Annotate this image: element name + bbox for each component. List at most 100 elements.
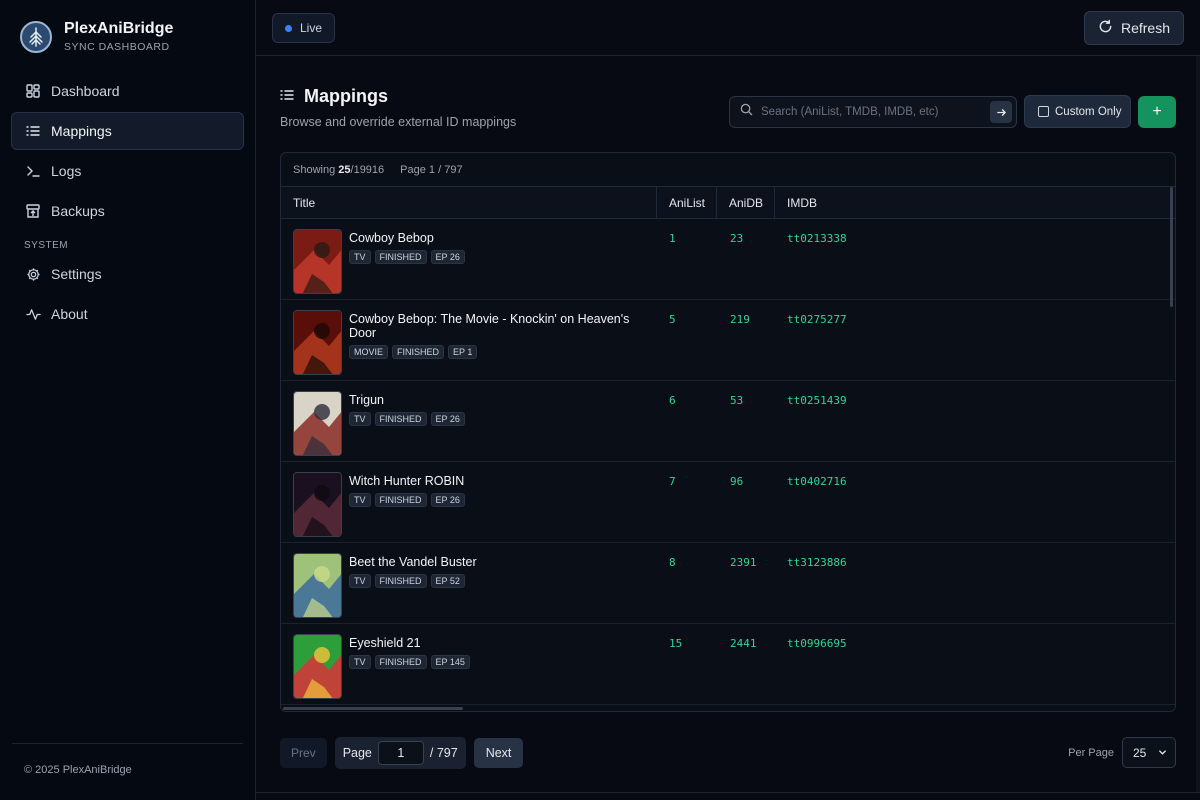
topbar: Live Refresh [256,0,1200,56]
sidebar-item-about[interactable]: About [11,295,244,333]
chevron-down-icon [1159,750,1166,755]
sidebar-nav: Dashboard Mappings Logs Backups SYSTEM S… [11,72,244,335]
imdb-id[interactable]: tt0402716 [787,475,847,488]
mapping-title[interactable]: Trigun [349,393,465,407]
imdb-cell: tt0251439 [775,381,1175,461]
gear-icon [25,266,41,282]
anilist-cell: 1 [657,219,717,299]
title-cell: Beet the Vandel Buster TV FINISHED EP 52 [281,543,657,623]
anidb-id[interactable]: 53 [730,394,743,407]
per-page-select[interactable]: 25 [1122,737,1176,768]
showing-count: Showing 25/19916 [293,163,385,176]
page-label: Page [342,746,372,760]
refresh-button[interactable]: Refresh [1083,11,1184,45]
anidb-id[interactable]: 219 [730,313,750,326]
anilist-id[interactable]: 7 [669,475,676,488]
sidebar-item-backups[interactable]: Backups [11,192,244,230]
tag-badge: EP 1 [448,345,478,359]
checkbox-icon [1038,106,1049,117]
tag-badge: MOVIE [349,345,389,359]
sidebar-item-label: Settings [51,266,102,282]
add-mapping-button[interactable]: + [1138,96,1176,128]
column-header-anidb[interactable]: AniDB [717,187,775,218]
sidebar-item-dashboard[interactable]: Dashboard [11,72,244,110]
mapping-title[interactable]: Cowboy Bebop [349,231,465,245]
tag-badge: FINISHED [374,412,427,426]
anidb-id[interactable]: 96 [730,475,743,488]
mappings-table: Showing 25/19916 Page 1 / 797 Title AniL… [280,152,1176,712]
column-header-imdb[interactable]: IMDB [775,187,1175,218]
tag-badge: EP 26 [430,250,465,264]
anidb-cell: 219 [717,300,775,380]
anilist-id[interactable]: 1 [669,232,676,245]
table-row[interactable]: Trigun TV FINISHED EP 26 6 53 tt0251439 [281,381,1175,462]
sidebar-item-settings[interactable]: Settings [11,255,244,293]
table-row[interactable]: Eyeshield 21 TV FINISHED EP 145 15 2441 tt… [281,624,1175,705]
table-scrollbar-vertical[interactable] [1170,187,1173,307]
sidebar-item-mappings[interactable]: Mappings [11,112,244,150]
column-header-anilist[interactable]: AniList [657,187,717,218]
brand[interactable]: PlexAniBridge SYNC DASHBOARD [20,20,173,53]
anilist-id[interactable]: 8 [669,556,676,569]
mapping-title[interactable]: Beet the Vandel Buster [349,555,477,569]
live-status-badge[interactable]: Live [272,13,336,43]
main-content: Mappings Browse and override external ID… [256,56,1200,800]
anidb-id[interactable]: 23 [730,232,743,245]
tag-badge: EP 52 [430,574,465,588]
table-row[interactable]: Cowboy Bebop: The Movie - Knockin' on He… [281,300,1175,381]
tag-badge: FINISHED [374,250,427,264]
search-input[interactable] [761,106,982,118]
tag-badge: FINISHED [374,655,427,669]
search-submit-button[interactable] [990,101,1012,123]
search-box [729,96,1017,128]
page-scrollbar[interactable] [1196,56,1200,792]
custom-only-label: Custom Only [1055,105,1122,118]
anilist-id[interactable]: 5 [669,313,676,326]
brand-title: PlexAniBridge [64,20,174,37]
next-page-button[interactable]: Next [473,738,524,768]
sidebar-item-logs[interactable]: Logs [11,152,244,190]
page-number-input[interactable] [377,741,424,765]
tag-badge: TV [349,493,371,507]
tag-badge: FINISHED [374,493,427,507]
page-jump: Page / 797 [334,737,466,769]
nav-section-system: SYSTEM [24,240,69,251]
tag-badge: EP 26 [430,412,465,426]
sidebar-item-label: Backups [51,203,105,219]
anilist-id[interactable]: 15 [669,637,682,650]
anidb-id[interactable]: 2441 [730,637,757,650]
tag-badge: TV [349,250,371,264]
mapping-title[interactable]: Cowboy Bebop: The Movie - Knockin' on He… [349,312,657,340]
imdb-id[interactable]: tt3123886 [787,556,847,569]
refresh-icon [1098,19,1113,37]
list-icon [280,86,294,107]
activity-icon [25,306,41,322]
custom-only-toggle[interactable]: Custom Only [1024,95,1131,128]
tag-badge: EP 145 [430,655,470,669]
table-row[interactable]: Cowboy Bebop TV FINISHED EP 26 1 23 tt0213… [281,219,1175,300]
table-scrollbar-horizontal[interactable] [283,707,463,710]
poster-image [293,391,342,456]
poster-image [293,310,342,375]
archive-icon [25,203,41,219]
tag-list: TV FINISHED EP 26 [349,250,465,264]
table-summary: Showing 25/19916 Page 1 / 797 [281,153,1175,187]
imdb-id[interactable]: tt0213338 [787,232,847,245]
anilist-id[interactable]: 6 [669,394,676,407]
grid-icon [25,83,41,99]
sidebar-item-label: Dashboard [51,83,120,99]
imdb-id[interactable]: tt0996695 [787,637,847,650]
mapping-title[interactable]: Eyeshield 21 [349,636,470,650]
imdb-id[interactable]: tt0251439 [787,394,847,407]
terminal-icon [25,163,41,179]
table-body: Cowboy Bebop TV FINISHED EP 26 1 23 tt0213… [281,219,1175,705]
main-footer-divider [256,792,1200,793]
anidb-id[interactable]: 2391 [730,556,757,569]
title-cell: Witch Hunter ROBIN TV FINISHED EP 26 [281,462,657,542]
table-row[interactable]: Beet the Vandel Buster TV FINISHED EP 52 8… [281,543,1175,624]
mapping-title[interactable]: Witch Hunter ROBIN [349,474,465,488]
prev-page-button[interactable]: Prev [280,738,327,768]
column-header-title[interactable]: Title [281,187,657,218]
table-row[interactable]: Witch Hunter ROBIN TV FINISHED EP 26 7 96 … [281,462,1175,543]
imdb-id[interactable]: tt0275277 [787,313,847,326]
